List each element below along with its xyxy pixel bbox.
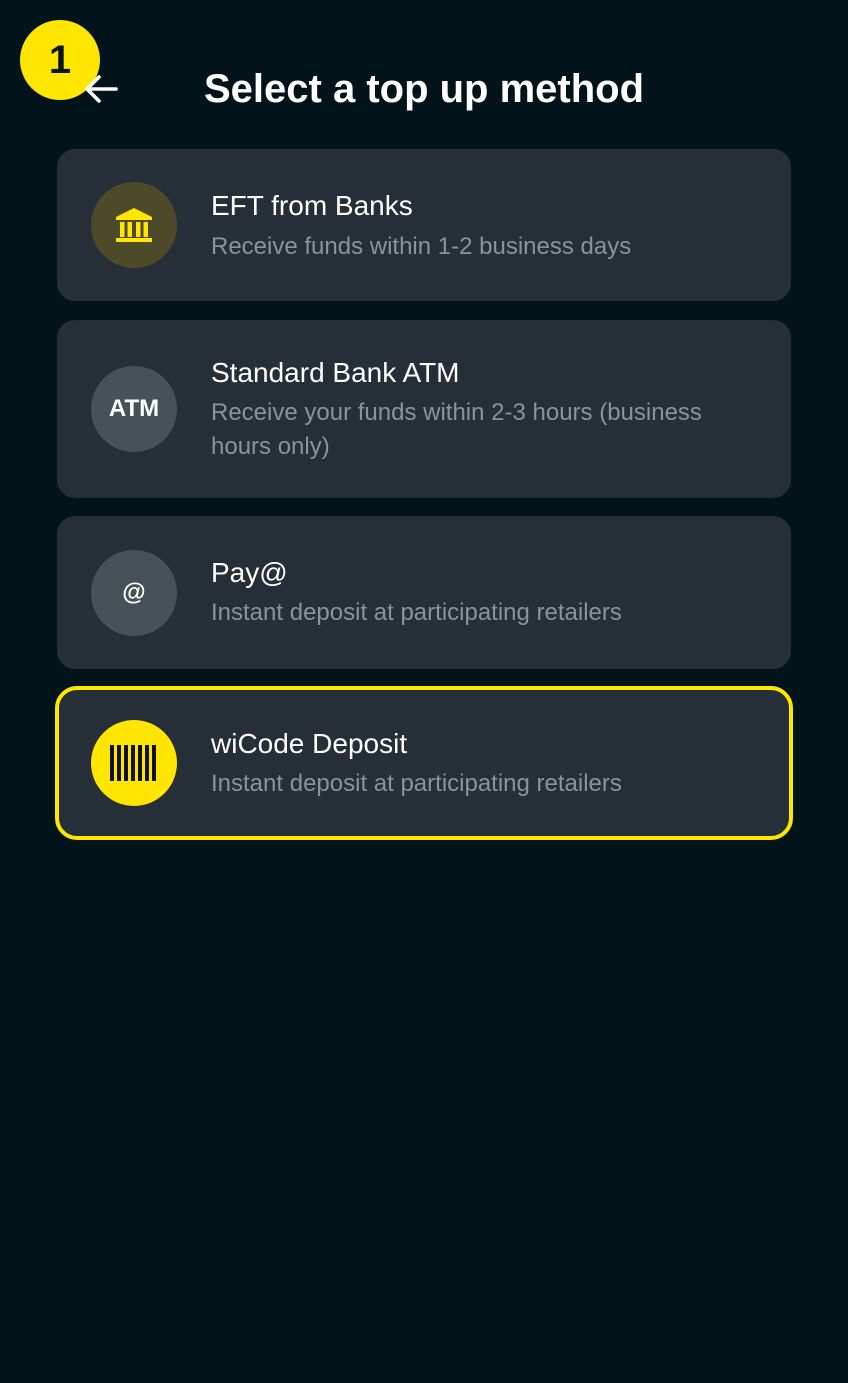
atm-icon-label: ATM <box>108 395 160 422</box>
method-title: wiCode Deposit <box>211 728 408 759</box>
method-card-wicode[interactable]: wiCode Deposit Instant deposit at partic… <box>55 686 793 840</box>
method-title: EFT from Banks <box>211 190 413 221</box>
arrow-left-icon <box>85 75 118 103</box>
at-sign-icon: @ <box>91 550 177 636</box>
page-title: Select a top up method <box>204 67 645 111</box>
method-description: Receive funds within 1-2 business days <box>211 233 632 260</box>
method-card-eft[interactable]: EFT from Banks Receive funds within 1-2 … <box>57 149 791 301</box>
at-icon-label: @ <box>122 579 146 606</box>
barcode-icon <box>91 720 177 806</box>
method-card-payat[interactable]: @ Pay@ Instant deposit at participating … <box>57 516 791 669</box>
method-description: Instant deposit at participating retaile… <box>211 770 622 797</box>
method-description: Receive your funds within 2-3 hours (bus… <box>211 399 702 460</box>
method-title: Pay@ <box>211 557 288 588</box>
method-card-atm[interactable]: ATM Standard Bank ATM Receive your funds… <box>57 320 791 498</box>
back-button[interactable] <box>78 66 124 112</box>
atm-icon: ATM <box>91 366 177 452</box>
bank-icon <box>91 182 177 268</box>
method-title: Standard Bank ATM <box>211 357 460 388</box>
method-description: Instant deposit at participating retaile… <box>211 599 622 626</box>
